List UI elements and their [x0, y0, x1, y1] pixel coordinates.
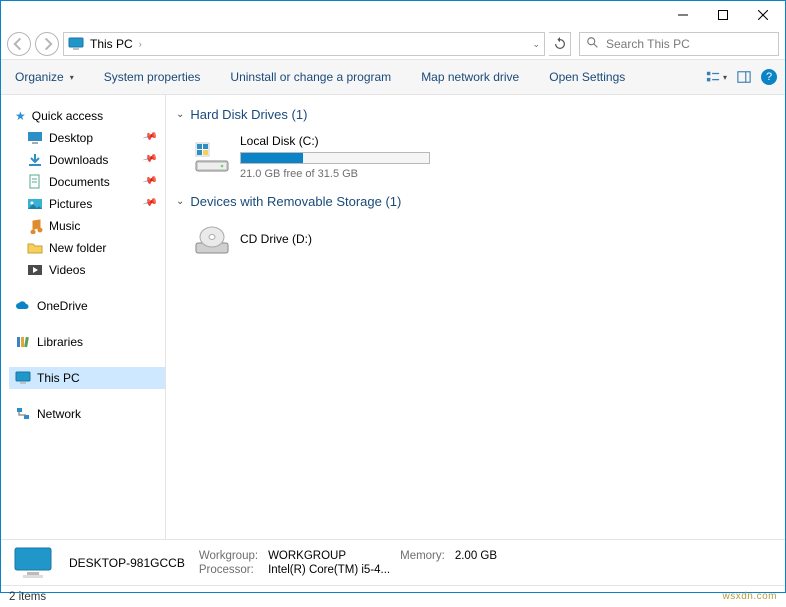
address-dropdown-icon[interactable]: ⌄ [532, 39, 540, 50]
uninstall-button[interactable]: Uninstall or change a program [224, 67, 397, 87]
help-button[interactable]: ? [761, 69, 777, 85]
section-header-removable[interactable]: ⌄ Devices with Removable Storage (1) [176, 194, 775, 209]
section-header-hdd[interactable]: ⌄ Hard Disk Drives (1) [176, 107, 775, 122]
drive-local-disk[interactable]: Local Disk (C:) 21.0 GB free of 31.5 GB [176, 130, 775, 190]
sidebar-item-label: OneDrive [37, 299, 88, 313]
main-area: ★ Quick access Desktop 📌 Downloads 📌 Doc… [1, 95, 785, 539]
sidebar-item-network[interactable]: Network [9, 403, 165, 425]
sidebar-item-label: This PC [37, 371, 80, 385]
drive-name: Local Disk (C:) [240, 134, 430, 148]
sidebar-item-label: Videos [49, 263, 85, 277]
drive-usage-bar [240, 152, 430, 164]
computer-icon [11, 544, 55, 582]
pin-icon: 📌 [141, 129, 162, 148]
titlebar [1, 1, 785, 29]
pin-icon: 📌 [141, 173, 162, 192]
this-pc-icon [15, 370, 31, 386]
chevron-down-icon: ⌄ [176, 196, 184, 207]
breadcrumb-chevron-icon[interactable]: › [139, 39, 142, 49]
sidebar-item-label: Downloads [49, 153, 108, 167]
sidebar-item-label: Music [49, 219, 80, 233]
minimize-button[interactable] [663, 3, 703, 27]
drive-name: CD Drive (D:) [240, 232, 312, 246]
status-bar: 2 items wsxdn.com [1, 585, 785, 607]
processor-label: Processor: [199, 564, 258, 576]
search-placeholder: Search This PC [606, 37, 690, 51]
memory-value: 2.00 GB [455, 550, 497, 562]
sidebar-item-libraries[interactable]: Libraries [9, 331, 165, 353]
nav-row: This PC › ⌄ Search This PC [1, 29, 785, 59]
videos-icon [27, 262, 43, 278]
breadcrumb[interactable]: This PC [90, 37, 133, 51]
sidebar-item-new-folder[interactable]: New folder [9, 237, 165, 259]
computer-name: DESKTOP-981GCCB [69, 556, 185, 570]
workgroup-value: WORKGROUP [268, 550, 390, 562]
network-icon [15, 406, 31, 422]
sidebar-item-label: Desktop [49, 131, 93, 145]
music-icon [27, 218, 43, 234]
sidebar-item-label: Network [37, 407, 81, 421]
processor-value: Intel(R) Core(TM) i5-4... [268, 564, 390, 576]
sidebar-item-label: Quick access [32, 109, 103, 123]
sidebar-item-desktop[interactable]: Desktop 📌 [9, 127, 165, 149]
item-count: 2 items [9, 591, 46, 603]
details-pane: DESKTOP-981GCCB Workgroup: WORKGROUP Mem… [1, 539, 785, 585]
sidebar-item-quick-access[interactable]: ★ Quick access [9, 105, 165, 127]
toolbar: Organize System properties Uninstall or … [1, 59, 785, 95]
sidebar-item-label: Documents [49, 175, 110, 189]
section-title: Devices with Removable Storage (1) [190, 194, 401, 209]
sidebar-item-label: Libraries [37, 335, 83, 349]
documents-icon [27, 174, 43, 190]
close-button[interactable] [743, 3, 783, 27]
desktop-icon [27, 130, 43, 146]
pin-icon: 📌 [141, 151, 162, 170]
star-icon: ★ [15, 109, 26, 123]
this-pc-icon [68, 36, 84, 52]
refresh-button[interactable] [549, 32, 571, 56]
view-options-button[interactable]: ▾ [706, 70, 727, 84]
details-grid: Workgroup: WORKGROUP Memory: 2.00 GB Pro… [199, 550, 497, 576]
search-input[interactable]: Search This PC [579, 32, 779, 56]
search-icon [586, 36, 600, 53]
map-network-drive-button[interactable]: Map network drive [415, 67, 525, 87]
memory-label: Memory: [400, 550, 445, 562]
sidebar-item-documents[interactable]: Documents 📌 [9, 171, 165, 193]
libraries-icon [15, 334, 31, 350]
back-button[interactable] [7, 32, 31, 56]
cd-drive-icon [194, 221, 230, 257]
sidebar-item-downloads[interactable]: Downloads 📌 [9, 149, 165, 171]
pictures-icon [27, 196, 43, 212]
sidebar-item-label: Pictures [49, 197, 92, 211]
organize-button[interactable]: Organize [9, 67, 80, 87]
drive-cd[interactable]: CD Drive (D:) [176, 217, 775, 267]
sidebar-item-pictures[interactable]: Pictures 📌 [9, 193, 165, 215]
section-title: Hard Disk Drives (1) [190, 107, 307, 122]
content-pane: ⌄ Hard Disk Drives (1) Local Disk (C:) 2… [166, 95, 785, 539]
forward-button[interactable] [35, 32, 59, 56]
downloads-icon [27, 152, 43, 168]
pin-icon: 📌 [141, 195, 162, 214]
onedrive-icon [15, 298, 31, 314]
preview-pane-button[interactable] [737, 70, 751, 84]
workgroup-label: Workgroup: [199, 550, 258, 562]
folder-icon [27, 240, 43, 256]
address-bar[interactable]: This PC › ⌄ [63, 32, 545, 56]
sidebar-item-this-pc[interactable]: This PC [9, 367, 165, 389]
hard-drive-icon [194, 139, 230, 175]
sidebar-item-videos[interactable]: Videos [9, 259, 165, 281]
sidebar-item-onedrive[interactable]: OneDrive [9, 295, 165, 317]
open-settings-button[interactable]: Open Settings [543, 67, 631, 87]
chevron-down-icon: ⌄ [176, 109, 184, 120]
sidebar-item-label: New folder [49, 241, 106, 255]
system-properties-button[interactable]: System properties [98, 67, 207, 87]
sidebar: ★ Quick access Desktop 📌 Downloads 📌 Doc… [1, 95, 166, 539]
maximize-button[interactable] [703, 3, 743, 27]
sidebar-item-music[interactable]: Music [9, 215, 165, 237]
drive-free-text: 21.0 GB free of 31.5 GB [240, 168, 430, 180]
